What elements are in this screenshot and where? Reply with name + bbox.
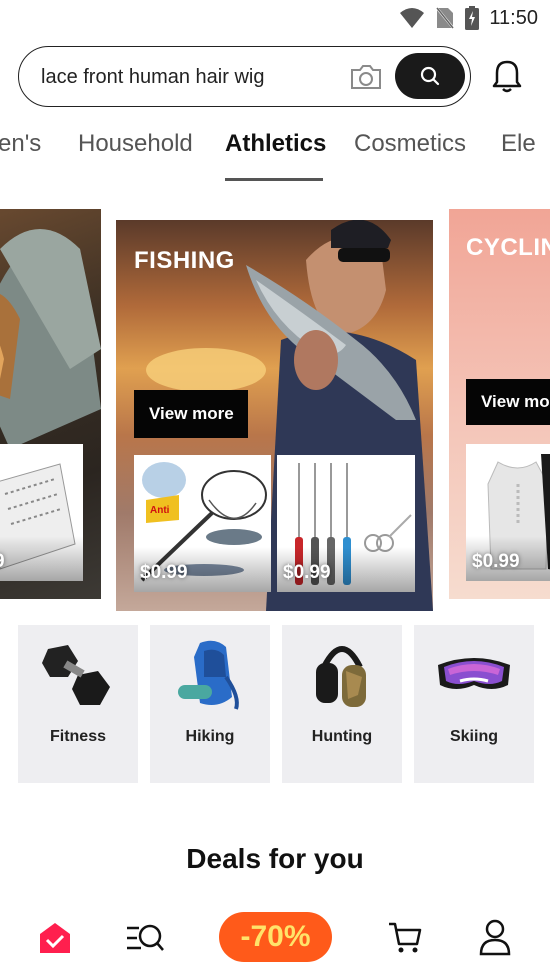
cycling-view-more-button[interactable]: View mo [466,379,550,425]
tent-image [0,229,101,449]
deals-title: Deals for you [186,843,364,874]
anti-badge: Anti [150,505,170,516]
status-bar: 11:50 [0,0,550,38]
hook-remover-price: $0.99 [283,562,331,583]
camping-price: 9 [0,551,5,573]
search-button[interactable] [395,53,465,99]
camping-card[interactable]: 9 [0,209,101,599]
category-fitness[interactable]: Fitness [18,625,138,783]
account-icon[interactable] [478,918,512,956]
discount-button[interactable]: -70% [219,912,332,962]
status-icons: 11:50 [399,6,538,30]
goggles-icon [438,658,510,689]
tab-athletics[interactable]: Athletics [225,130,326,158]
category-tabs: en's Household Athletics Cosmetics Ele [0,128,550,188]
feed-search-icon[interactable] [125,920,165,956]
hook-remover-thumb[interactable]: $0.99 [277,455,415,592]
wifi-icon [400,8,425,28]
tab-mens[interactable]: en's [0,130,41,158]
category-label: Skiing [449,728,498,745]
thumb-shade [0,536,83,581]
category-skiing[interactable]: Skiing [414,625,534,783]
cycling-jersey-thumb[interactable]: $0.99 [466,444,550,581]
battery-icon [465,6,480,30]
category-label: Hiking [185,728,235,745]
camera-icon[interactable] [349,64,383,90]
fishing-card[interactable]: FISHING View more Anti $0.99 $0.99 [116,220,433,611]
category-hiking[interactable]: Hiking [150,625,270,783]
fishing-view-more-button[interactable]: View more [134,390,248,438]
fishing-title: FISHING [134,247,235,274]
no-sim-icon [435,6,456,30]
search-bar[interactable]: lace front human hair wig [18,46,471,107]
cycling-title: CYCLIN [466,234,550,261]
cart-icon[interactable] [387,920,423,954]
cycling-price: $0.99 [472,551,520,572]
search-input[interactable]: lace front human hair wig [41,66,264,89]
active-tab-indicator [225,178,323,181]
search-icon [420,66,440,86]
category-label: Hunting [311,728,373,745]
tab-cosmetics[interactable]: Cosmetics [354,130,466,158]
tab-electronics[interactable]: Ele [501,130,536,158]
category-label: Fitness [49,728,106,745]
bell-icon[interactable] [490,58,524,94]
landing-net-thumb[interactable]: Anti $0.99 [134,455,271,592]
earmuffs-icon [316,646,366,707]
tab-household[interactable]: Household [78,130,193,158]
landing-net-price: $0.99 [140,562,188,583]
dumbbells-icon [42,645,110,705]
camping-product-thumb[interactable]: 9 [0,444,83,581]
status-time: 11:50 [489,6,538,29]
backpack-icon [178,640,239,710]
category-hunting[interactable]: Hunting [282,625,402,783]
home-icon[interactable] [37,920,73,956]
cycling-card[interactable]: CYCLIN View mo $0.99 [449,209,550,599]
